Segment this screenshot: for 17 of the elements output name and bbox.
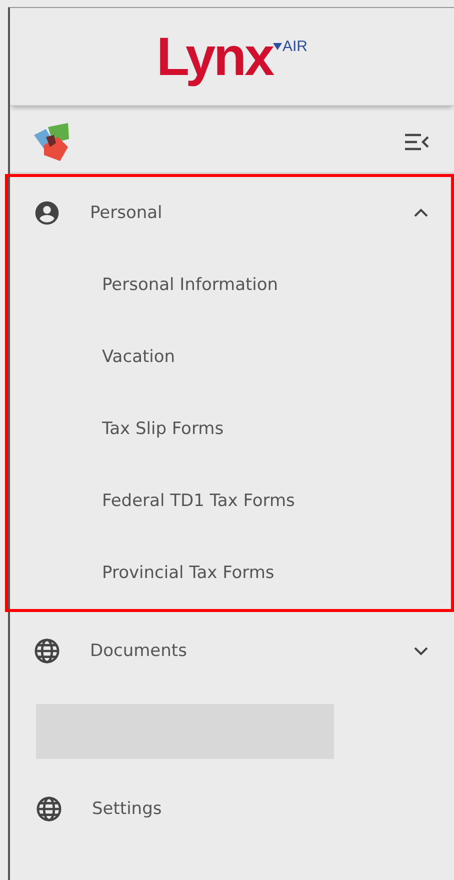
submenu-item[interactable]: Provincial Tax Forms bbox=[8, 537, 451, 609]
menu-label: Settings bbox=[92, 799, 163, 819]
triangle-icon bbox=[272, 42, 282, 50]
menu-item[interactable]: Documents bbox=[8, 615, 451, 687]
menu-item[interactable]: Settings bbox=[10, 773, 454, 845]
submenu-item[interactable]: Vacation bbox=[8, 321, 451, 393]
globe-icon bbox=[33, 637, 61, 665]
menu-label: Documents bbox=[90, 641, 188, 661]
logo-suffix: AIR bbox=[282, 38, 308, 54]
menu-item[interactable]: Personal bbox=[8, 177, 451, 249]
submenu-item[interactable]: Personal Information bbox=[8, 249, 451, 321]
submenu-item[interactable]: Federal TD1 Tax Forms bbox=[8, 465, 451, 537]
account-icon bbox=[33, 199, 61, 227]
brand-icon bbox=[34, 123, 70, 161]
menu-label: Personal bbox=[90, 203, 164, 223]
submenu-item[interactable]: Tax Slip Forms bbox=[8, 393, 451, 465]
globe-icon bbox=[35, 795, 63, 823]
